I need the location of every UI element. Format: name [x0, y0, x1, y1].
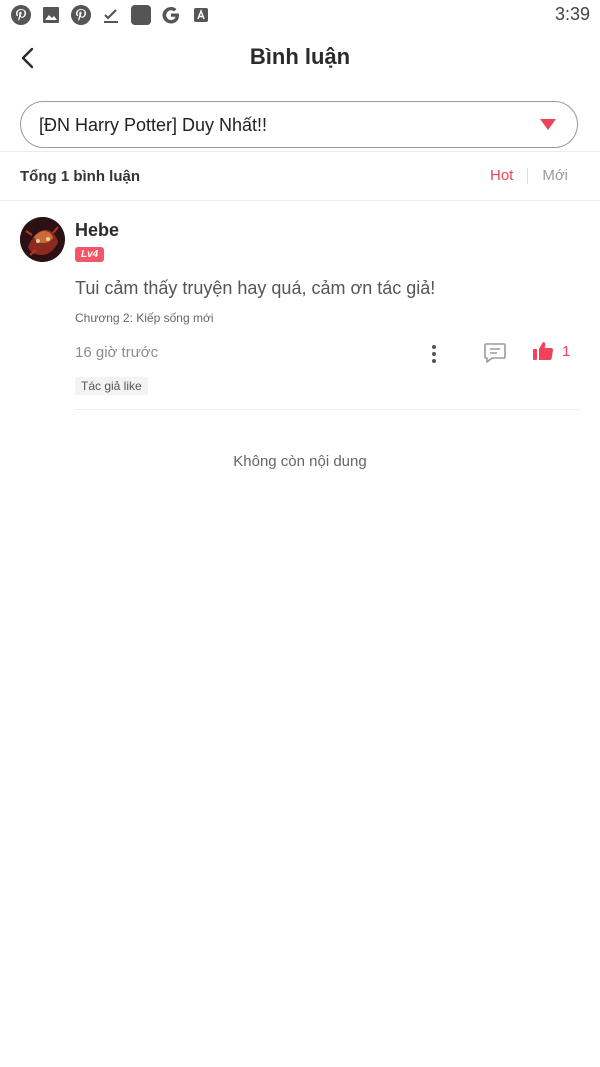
story-selector-value: [ĐN Harry Potter] Duy Nhất!!: [39, 115, 268, 135]
comment-text: Tui cảm thấy truyện hay quá, cảm ơn tác …: [75, 278, 436, 298]
caret-down-icon: [539, 118, 557, 136]
pinterest-icon: [70, 4, 92, 26]
tab-hot[interactable]: Hot: [490, 167, 513, 184]
more-vertical-icon: [432, 345, 436, 363]
reply-button[interactable]: [482, 341, 508, 365]
level-badge: Lv4: [75, 247, 105, 262]
tab-new[interactable]: Mới: [542, 167, 568, 184]
translate-icon: [190, 4, 212, 26]
comment-divider: [75, 409, 580, 410]
avatar[interactable]: [20, 217, 65, 262]
sort-tabs: Hot Mới: [490, 167, 568, 184]
page-title: Bình luận: [249, 44, 351, 69]
tab-separator: [527, 167, 529, 184]
total-comments-label: Tổng 1 bình luận: [20, 168, 140, 185]
app-square-icon: [130, 4, 152, 26]
status-time: 3:39: [554, 4, 590, 24]
app-header: Bình luận: [0, 34, 600, 82]
more-options-button[interactable]: [424, 343, 444, 365]
comment-username[interactable]: Hebe: [75, 220, 119, 241]
comment-icon: [484, 343, 506, 363]
thumbs-up-icon: [533, 342, 554, 361]
pinterest-icon: [10, 4, 32, 26]
comment-item: Hebe Lv4 Tui cảm thấy truyện hay quá, cả…: [0, 210, 600, 410]
comment-chapter[interactable]: Chương 2: Kiếp sống mới: [75, 311, 214, 325]
story-selector-dropdown[interactable]: [ĐN Harry Potter] Duy Nhất!!: [20, 101, 578, 148]
like-button[interactable]: 1: [532, 341, 570, 361]
end-of-content-text: Không còn nội dung: [233, 453, 367, 470]
status-bar: 3:39: [0, 0, 600, 32]
status-icons: [10, 4, 212, 26]
divider: [0, 200, 600, 201]
comment-timestamp: 16 giờ trước: [75, 344, 159, 361]
google-icon: [160, 4, 182, 26]
author-like-tag: Tác giả like: [75, 377, 148, 395]
like-count: 1: [562, 342, 571, 360]
divider: [0, 151, 600, 152]
download-done-icon: [100, 4, 122, 26]
image-icon: [40, 4, 62, 26]
